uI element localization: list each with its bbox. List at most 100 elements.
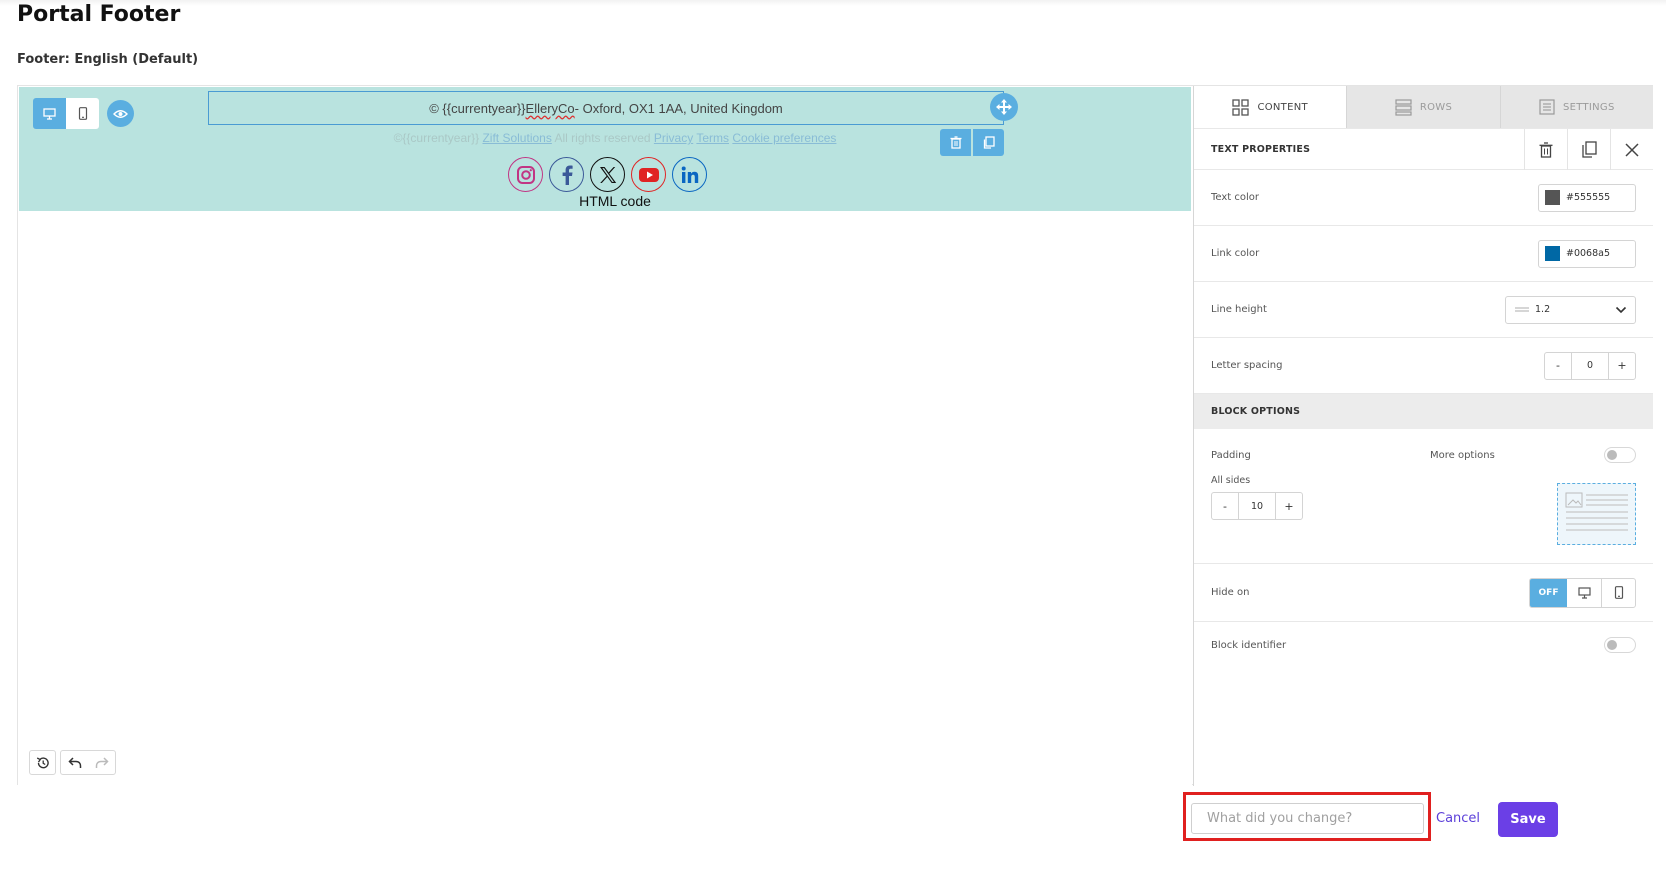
- delete-block-button[interactable]: [940, 129, 971, 156]
- tab-rows-label: ROWS: [1419, 101, 1453, 113]
- close-properties-button[interactable]: [1610, 129, 1653, 170]
- selected-text-block[interactable]: © {{currentyear}} ElleryCo - Oxford, OX1…: [208, 91, 1004, 125]
- hide-on-mobile-button[interactable]: [1601, 578, 1635, 607]
- cookie-preferences-link[interactable]: Cookie preferences: [732, 131, 836, 145]
- link-color-label: Link color: [1211, 248, 1260, 259]
- facebook-icon[interactable]: [549, 157, 584, 192]
- tab-content-label: CONTENT: [1257, 101, 1308, 113]
- redo-icon: [95, 756, 109, 768]
- copy-icon: [983, 136, 995, 149]
- link-color-value: #0068a5: [1566, 248, 1611, 259]
- hide-on-toggle-group: OFF: [1529, 577, 1636, 608]
- faded-prefix: ©{{currentyear}}: [393, 131, 483, 145]
- hide-on-desktop-button[interactable]: [1567, 579, 1601, 607]
- letter-spacing-row: Letter spacing - 0 +: [1194, 338, 1653, 394]
- rows-icon: [1395, 98, 1412, 116]
- text-color-swatch: [1545, 190, 1560, 205]
- line-height-row: Line height 1.2: [1194, 282, 1653, 338]
- youtube-icon[interactable]: [631, 157, 666, 192]
- instagram-icon[interactable]: [508, 157, 543, 192]
- copy-icon: [1582, 141, 1597, 158]
- undo-button[interactable]: [61, 751, 88, 774]
- letter-spacing-label: Letter spacing: [1211, 360, 1283, 371]
- text-properties-actions: [1524, 129, 1653, 170]
- text-properties-title: TEXT PROPERTIES: [1211, 143, 1311, 155]
- padding-section: Padding More options All sides - 10 +: [1194, 429, 1653, 564]
- block-actions: [940, 129, 1004, 156]
- padding-increase[interactable]: +: [1276, 493, 1302, 519]
- company-link[interactable]: Zift Solutions: [482, 131, 551, 145]
- line-height-label: Line height: [1211, 304, 1267, 315]
- trash-icon: [1539, 141, 1553, 158]
- preview-button[interactable]: [107, 100, 134, 127]
- more-options-toggle[interactable]: [1604, 447, 1636, 463]
- undo-redo-group: [60, 750, 116, 775]
- line-height-value: 1.2: [1535, 304, 1551, 315]
- settings-icon: [1539, 99, 1555, 115]
- hide-on-label: Hide on: [1211, 587, 1250, 598]
- padding-decrease[interactable]: -: [1212, 493, 1238, 519]
- footer-row[interactable]: © {{currentyear}} ElleryCo - Oxford, OX1…: [19, 87, 1191, 211]
- letter-spacing-value[interactable]: 0: [1571, 352, 1609, 379]
- eye-icon: [113, 109, 128, 118]
- footer-text-prefix: © {{currentyear}}: [429, 100, 526, 116]
- top-shadow: [0, 0, 1666, 6]
- hide-on-off-button[interactable]: OFF: [1530, 578, 1567, 607]
- view-toggle: [33, 98, 99, 129]
- text-color-row: Text color #555555: [1194, 170, 1653, 226]
- redo-button[interactable]: [88, 751, 115, 774]
- block-identifier-row: Block identifier: [1194, 622, 1653, 668]
- letter-spacing-decrease[interactable]: -: [1545, 353, 1571, 379]
- faded-footer-line: ©{{currentyear}} Zift Solutions All righ…: [19, 131, 1193, 145]
- cancel-button[interactable]: Cancel: [1436, 811, 1480, 826]
- link-color-input[interactable]: #0068a5: [1538, 239, 1636, 268]
- text-color-label: Text color: [1211, 192, 1260, 203]
- padding-value[interactable]: 10: [1238, 493, 1276, 519]
- mobile-view-button[interactable]: [66, 98, 99, 129]
- save-button[interactable]: Save: [1498, 802, 1558, 837]
- editor-canvas: © {{currentyear}} ElleryCo - Oxford, OX1…: [18, 86, 1192, 786]
- text-properties-header: TEXT PROPERTIES: [1194, 128, 1653, 170]
- terms-link[interactable]: Terms: [696, 131, 729, 145]
- padding-preview: [1557, 483, 1636, 545]
- x-icon[interactable]: [590, 157, 625, 192]
- text-color-value: #555555: [1566, 192, 1611, 203]
- block-options-header: BLOCK OPTIONS: [1194, 394, 1653, 429]
- tab-settings-label: SETTINGS: [1563, 101, 1615, 113]
- link-color-row: Link color #0068a5: [1194, 226, 1653, 282]
- page-title: Portal Footer: [17, 2, 181, 27]
- letter-spacing-increase[interactable]: +: [1609, 353, 1635, 379]
- change-comment-input[interactable]: What did you change?: [1191, 803, 1424, 834]
- undo-icon: [67, 756, 81, 768]
- link-color-swatch: [1545, 246, 1560, 261]
- duplicate-properties-button[interactable]: [1567, 129, 1610, 170]
- block-identifier-toggle[interactable]: [1604, 637, 1636, 653]
- email-editor: © {{currentyear}} ElleryCo - Oxford, OX1…: [17, 85, 1653, 786]
- line-height-select[interactable]: 1.2: [1505, 295, 1636, 324]
- mobile-icon: [1614, 586, 1623, 599]
- duplicate-block-button[interactable]: [973, 129, 1004, 156]
- block-preview-icon: [1565, 492, 1628, 531]
- rights-text: All rights reserved: [551, 131, 654, 145]
- text-color-input[interactable]: #555555: [1538, 183, 1636, 212]
- delete-properties-button[interactable]: [1524, 129, 1567, 170]
- tab-rows[interactable]: ROWS: [1346, 86, 1500, 128]
- footer-text-suffix: - Oxford, OX1 1AA, United Kingdom: [574, 100, 783, 116]
- padding-stepper: - 10 +: [1211, 492, 1303, 520]
- privacy-link[interactable]: Privacy: [654, 131, 693, 145]
- move-handle[interactable]: [990, 93, 1018, 121]
- page-subtitle: Footer: English (Default): [17, 52, 199, 67]
- more-options-label: More options: [1430, 450, 1495, 461]
- desktop-view-button[interactable]: [33, 98, 66, 129]
- mobile-icon: [78, 107, 87, 120]
- history-button[interactable]: [29, 750, 56, 775]
- history-controls: [29, 750, 116, 775]
- move-icon: [996, 99, 1012, 115]
- block-identifier-label: Block identifier: [1211, 639, 1287, 651]
- linkedin-icon[interactable]: [672, 157, 707, 192]
- tab-content[interactable]: CONTENT: [1194, 86, 1347, 128]
- close-icon: [1625, 142, 1639, 157]
- tab-settings[interactable]: SETTINGS: [1499, 86, 1653, 128]
- social-icons-row: [508, 157, 707, 192]
- footer-text-company: ElleryCo: [525, 100, 575, 116]
